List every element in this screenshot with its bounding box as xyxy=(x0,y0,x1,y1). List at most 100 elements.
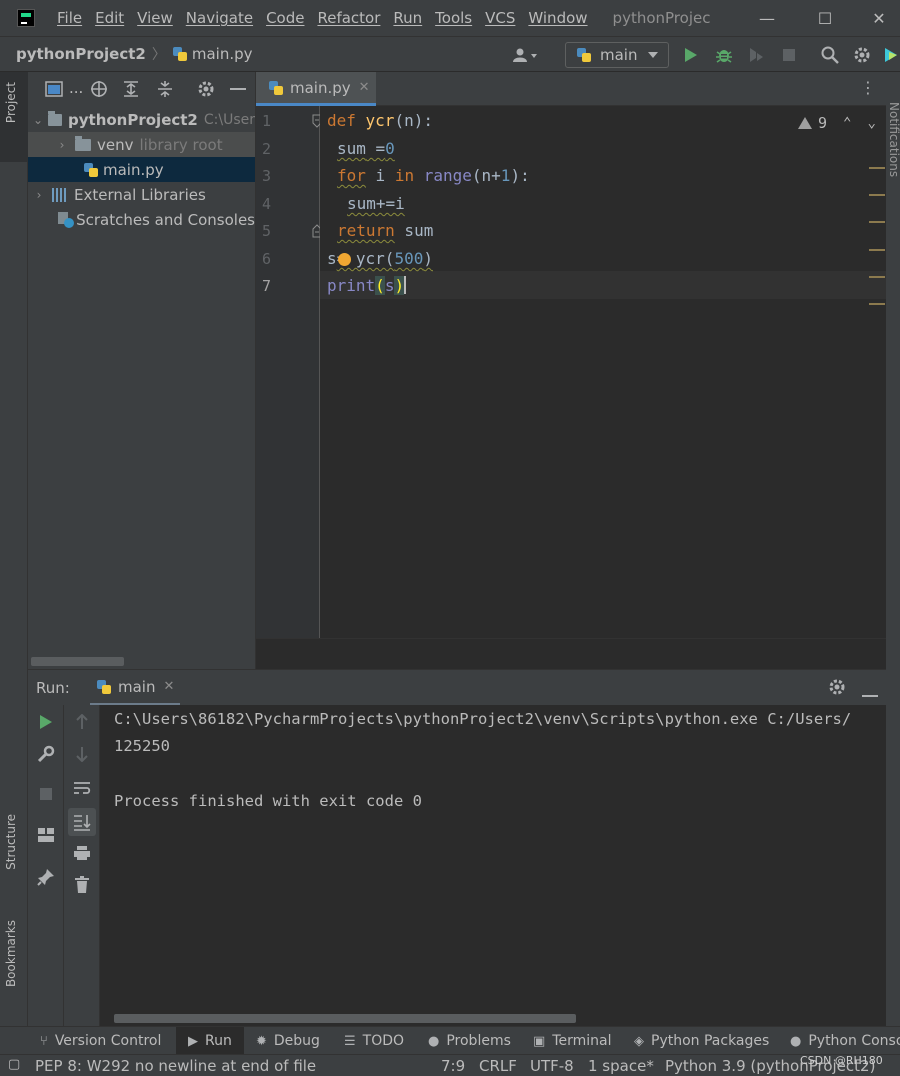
tool-tab-notifications[interactable]: Notifications xyxy=(887,102,900,177)
close-icon[interactable]: ✕ xyxy=(163,679,174,694)
hide-panel-icon[interactable] xyxy=(228,79,248,99)
project-view-icon[interactable] xyxy=(44,79,64,99)
user-vcs-icon[interactable] xyxy=(510,45,540,65)
python-file-icon xyxy=(268,80,284,96)
tool-window-todo[interactable]: ☰ TODO xyxy=(344,1027,404,1055)
run-with-coverage-icon[interactable] xyxy=(746,45,766,65)
bug-icon[interactable] xyxy=(714,45,734,65)
console-line-command: C:\Users\86182\PycharmProjects\pythonPro… xyxy=(114,710,852,728)
pin-icon[interactable] xyxy=(36,867,56,887)
next-highlight-icon[interactable]: ⌄ xyxy=(867,115,875,131)
editor-gutter: 1 2 3 4 5 6 7 xyxy=(256,106,322,638)
print-icon[interactable] xyxy=(72,843,92,863)
expand-all-icon[interactable] xyxy=(121,79,141,99)
more-options-icon[interactable]: ⋮ xyxy=(860,78,876,97)
window-title: pythonProjec xyxy=(612,9,711,27)
soft-wrap-icon[interactable] xyxy=(72,778,92,798)
chevron-right-icon[interactable]: › xyxy=(55,138,69,152)
chevron-right-icon[interactable]: › xyxy=(32,188,46,202)
run-icon[interactable] xyxy=(681,45,701,65)
hide-panel-icon[interactable] xyxy=(862,686,878,702)
lightbulb-icon[interactable] xyxy=(338,253,351,266)
project-view-selector[interactable]: ... xyxy=(69,79,83,97)
tool-window-problems[interactable]: ● Problems xyxy=(428,1027,511,1055)
packages-icon: ◈ xyxy=(634,1033,644,1049)
error-stripe-mark[interactable] xyxy=(869,221,885,223)
run-console[interactable]: C:\Users\86182\PycharmProjects\pythonPro… xyxy=(100,705,886,1026)
stop-icon[interactable] xyxy=(779,45,799,65)
error-stripe-mark[interactable] xyxy=(869,249,885,251)
arrow-down-icon[interactable] xyxy=(72,744,92,764)
close-window-button[interactable]: ✕ xyxy=(858,0,900,36)
gear-icon[interactable] xyxy=(196,79,216,99)
caret-position[interactable]: 7:9 xyxy=(441,1057,465,1075)
error-stripe-mark[interactable] xyxy=(869,194,885,196)
menu-tools[interactable]: Tools xyxy=(435,9,472,27)
chevron-down-icon xyxy=(648,52,658,58)
python-file-icon xyxy=(172,46,188,62)
menu-window[interactable]: Window xyxy=(528,9,587,27)
locate-icon[interactable] xyxy=(89,79,109,99)
menu-edit[interactable]: Edit xyxy=(95,9,124,27)
menu-vcs[interactable]: VCS xyxy=(485,9,515,27)
run-configuration-selector[interactable]: main xyxy=(565,42,669,68)
gear-icon[interactable] xyxy=(828,678,846,700)
wrench-icon[interactable] xyxy=(36,744,56,764)
previous-highlight-icon[interactable]: ⌃ xyxy=(843,115,851,131)
tool-tab-structure[interactable]: Structure xyxy=(4,814,18,870)
tool-window-terminal[interactable]: ▣ Terminal xyxy=(533,1027,611,1055)
menu-file[interactable]: File xyxy=(57,9,82,27)
project-panel: ... ⌄ pythonProject2 C:\User › venv libr… xyxy=(28,72,256,669)
chevron-down-icon[interactable]: ⌄ xyxy=(32,113,44,127)
stop-icon[interactable] xyxy=(36,784,56,804)
inspection-widget[interactable]: 9 ⌃ ⌄ xyxy=(798,114,876,132)
run-tab-main[interactable]: main ✕ xyxy=(90,670,181,706)
menu-refactor[interactable]: Refactor xyxy=(317,9,380,27)
error-stripe-mark[interactable] xyxy=(869,303,885,305)
tool-window-debug[interactable]: ✹ Debug xyxy=(256,1027,320,1055)
minimize-button[interactable]: — xyxy=(742,0,792,36)
tree-item-project-root[interactable]: ⌄ pythonProject2 C:\User xyxy=(28,107,255,132)
project-horizontal-scrollbar[interactable] xyxy=(31,657,124,666)
trash-icon[interactable] xyxy=(72,875,92,895)
tool-window-python-console[interactable]: ● Python Conso xyxy=(790,1027,900,1055)
tool-window-run[interactable]: ▶ Run xyxy=(176,1027,244,1055)
error-stripe-mark[interactable] xyxy=(869,167,885,169)
collapse-all-icon[interactable] xyxy=(155,79,175,99)
search-icon[interactable] xyxy=(820,45,840,65)
menu-navigate[interactable]: Navigate xyxy=(186,9,253,27)
scroll-to-end-icon[interactable] xyxy=(68,808,96,836)
menu-run[interactable]: Run xyxy=(393,9,422,27)
tree-item-venv[interactable]: › venv library root xyxy=(28,132,255,157)
tree-item-external-libraries[interactable]: › External Libraries xyxy=(28,182,255,207)
rerun-icon[interactable] xyxy=(36,712,56,732)
menu-view[interactable]: View xyxy=(137,9,173,27)
tool-tab-bookmarks[interactable]: Bookmarks xyxy=(4,920,18,987)
code-with-me-icon[interactable] xyxy=(882,45,900,65)
gear-icon[interactable] xyxy=(852,45,872,65)
breadcrumb-file[interactable]: main.py xyxy=(192,45,253,63)
error-stripe-mark[interactable] xyxy=(869,276,885,278)
file-encoding[interactable]: UTF-8 xyxy=(530,1057,574,1075)
close-icon[interactable]: ✕ xyxy=(359,80,370,95)
maximize-button[interactable]: ☐ xyxy=(800,0,850,36)
tree-item-main-py[interactable]: main.py xyxy=(28,157,255,182)
toggle-tool-windows-icon[interactable]: ▢ xyxy=(8,1057,20,1072)
layout-icon[interactable] xyxy=(36,825,56,845)
code-editor[interactable]: def ycr(n): sum =0 for i in range(n+1): … xyxy=(320,106,886,638)
menu-code[interactable]: Code xyxy=(266,9,304,27)
tool-tab-project[interactable]: Project xyxy=(4,82,18,123)
editor-tab-main-py[interactable]: main.py ✕ xyxy=(256,72,376,106)
editor-footer xyxy=(256,638,886,669)
indent-setting[interactable]: 1 space* xyxy=(588,1057,654,1075)
tree-item-scratches[interactable]: Scratches and Consoles xyxy=(28,207,255,232)
console-horizontal-scrollbar[interactable] xyxy=(114,1014,576,1023)
python-icon xyxy=(96,679,112,695)
status-message[interactable]: PEP 8: W292 no newline at end of file xyxy=(35,1057,316,1075)
breadcrumb-project[interactable]: pythonProject2 xyxy=(16,45,146,63)
tool-window-python-packages[interactable]: ◈ Python Packages xyxy=(634,1027,769,1055)
tool-window-version-control[interactable]: ⑂ Version Control xyxy=(40,1027,161,1055)
arrow-up-icon[interactable] xyxy=(72,712,92,732)
line-separator[interactable]: CRLF xyxy=(479,1057,517,1075)
line-number: 6 xyxy=(262,250,272,268)
